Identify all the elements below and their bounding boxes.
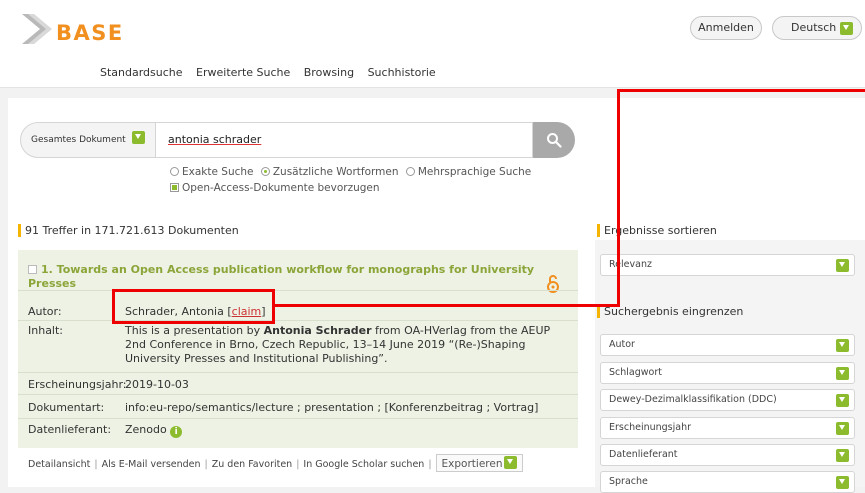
search-mode-options: Exakte Suche Zusätzliche Wortformen Mehr… xyxy=(170,166,535,178)
search-query: antonia schrader xyxy=(168,133,262,146)
hits-count: 91 Treffer in 171.721.613 Dokumenten xyxy=(18,224,239,237)
filter-label: Sprache xyxy=(609,476,648,487)
option-exakte-suche[interactable]: Exakte Suche xyxy=(170,166,254,178)
language-select[interactable]: Deutsch xyxy=(772,16,862,40)
select-checkbox[interactable] xyxy=(28,265,37,274)
link-detailansicht[interactable]: Detailansicht xyxy=(28,459,90,470)
info-icon[interactable]: i xyxy=(170,426,183,438)
year-label: Erscheinungsjahr: xyxy=(28,378,127,391)
provider-label: Datenlieferant: xyxy=(28,423,112,436)
divider xyxy=(18,290,578,291)
chevron-down-icon xyxy=(836,476,849,489)
separator: | xyxy=(296,459,300,470)
filter-label: Autor xyxy=(609,339,635,350)
open-access-checkbox[interactable]: Open-Access-Dokumente bevorzugen xyxy=(170,182,380,194)
chevron-down-icon xyxy=(840,22,853,35)
checkbox-checked-icon xyxy=(170,183,179,192)
chevron-down-icon xyxy=(131,131,145,144)
result-actions: Detailansicht | Als E-Mail versenden | Zu de… xyxy=(28,454,524,472)
filter-autor[interactable]: Autor xyxy=(600,334,855,356)
search-button[interactable] xyxy=(533,122,575,158)
nav-suchhistorie[interactable]: Suchhistorie xyxy=(368,66,436,79)
login-button[interactable]: Anmelden xyxy=(690,16,762,40)
separator: | xyxy=(204,459,208,470)
provider-value: Zenodo i xyxy=(125,423,183,438)
author-label: Autor: xyxy=(28,305,62,318)
result-title-text: 1. Towards an Open Access publication wo… xyxy=(28,263,535,290)
filter-label: Dewey-Dezimalklassifikation (DDC) xyxy=(609,394,777,405)
result-title[interactable]: 1. Towards an Open Access publication wo… xyxy=(28,263,548,291)
language-label: Deutsch xyxy=(791,21,837,34)
content-value: This is a presentation by Antonia Schrad… xyxy=(125,324,570,366)
open-access-lock-icon xyxy=(547,275,559,293)
search-input[interactable]: antonia schrader xyxy=(156,122,533,158)
provider-name: Zenodo xyxy=(125,423,167,436)
annotation-line xyxy=(617,89,620,306)
content-text: This is a presentation by xyxy=(125,324,264,337)
divider xyxy=(18,418,578,419)
search-bar: Gesamtes Dokument antonia schrader xyxy=(20,122,575,158)
annotation-highlight-box xyxy=(112,289,275,324)
sort-heading: Ergebnisse sortieren xyxy=(597,224,717,237)
annotation-line xyxy=(273,304,620,307)
filter-ddc[interactable]: Dewey-Dezimalklassifikation (DDC) xyxy=(600,389,855,411)
logo-text: BASE xyxy=(56,21,124,45)
open-access-label: Open-Access-Dokumente bevorzugen xyxy=(182,182,380,194)
chevron-down-icon xyxy=(836,394,849,407)
base-logo[interactable]: BASE xyxy=(22,12,142,52)
chevron-down-icon xyxy=(504,456,518,469)
filter-sprache[interactable]: Sprache xyxy=(600,471,855,493)
nav-browsing[interactable]: Browsing xyxy=(304,66,354,79)
search-icon xyxy=(547,133,562,148)
sort-select[interactable]: Relevanz xyxy=(600,254,855,276)
chevron-down-icon xyxy=(836,422,849,435)
option-mehrsprachige-suche[interactable]: Mehrsprachige Suche xyxy=(405,166,532,178)
option-zusaetzliche-wortformen[interactable]: Zusätzliche Wortformen xyxy=(260,166,399,178)
filter-label: Schlagwort xyxy=(609,367,662,378)
nav-standardsuche[interactable]: Standardsuche xyxy=(100,66,183,79)
logo-chevron-icon xyxy=(22,14,52,44)
export-label: Exportieren xyxy=(441,458,503,470)
filter-schlagwort[interactable]: Schlagwort xyxy=(600,362,855,384)
option-label: Zusätzliche Wortformen xyxy=(272,166,399,178)
separator: | xyxy=(94,459,98,470)
main-nav: Standardsuche Erweiterte Suche Browsing … xyxy=(100,66,446,79)
filter-label: Erscheinungsjahr xyxy=(609,422,692,433)
export-button[interactable]: Exportieren xyxy=(435,454,524,472)
chevron-down-icon xyxy=(836,449,849,462)
year-value: 2019-10-03 xyxy=(125,378,189,391)
sort-value: Relevanz xyxy=(609,259,652,270)
doctype-value: info:eu-repo/semantics/lecture ; present… xyxy=(125,401,539,414)
filter-datenlieferant[interactable]: Datenlieferant xyxy=(600,444,855,466)
radio-icon xyxy=(405,167,415,176)
divider xyxy=(18,320,578,321)
chevron-down-icon xyxy=(836,367,849,380)
scope-select[interactable]: Gesamtes Dokument xyxy=(20,122,156,158)
scope-label: Gesamtes Dokument xyxy=(31,135,126,145)
chevron-down-icon xyxy=(836,339,849,352)
doctype-label: Dokumentart: xyxy=(28,401,105,414)
link-google-scholar[interactable]: In Google Scholar suchen xyxy=(303,459,424,470)
radio-selected-icon xyxy=(260,167,270,176)
separator: | xyxy=(428,459,432,470)
annotation-line xyxy=(617,89,865,92)
link-email[interactable]: Als E-Mail versenden xyxy=(102,459,201,470)
content-label: Inhalt: xyxy=(28,324,64,337)
divider xyxy=(18,372,578,373)
divider xyxy=(18,394,578,395)
filter-label: Datenlieferant xyxy=(609,449,678,460)
option-label: Exakte Suche xyxy=(182,166,254,178)
filter-erscheinungsjahr[interactable]: Erscheinungsjahr xyxy=(600,417,855,439)
radio-icon xyxy=(170,167,179,176)
nav-erweiterte-suche[interactable]: Erweiterte Suche xyxy=(196,66,290,79)
content-highlight: Antonia Schrader xyxy=(263,324,372,337)
option-label: Mehrsprachige Suche xyxy=(417,166,532,178)
link-favoriten[interactable]: Zu den Favoriten xyxy=(212,459,292,470)
chevron-down-icon xyxy=(836,259,849,272)
